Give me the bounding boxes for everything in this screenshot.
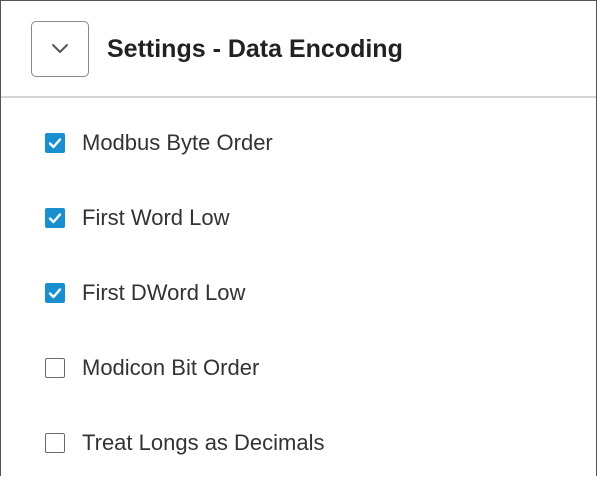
option-label: Modbus Byte Order [82,130,273,155]
checkbox-modbus-byte-order[interactable] [45,133,65,153]
option-modbus-byte-order[interactable]: Modbus Byte Order [45,127,585,202]
checkbox-modicon-bit-order[interactable] [45,358,65,378]
checkbox-first-dword-low[interactable] [45,283,65,303]
settings-panel: Settings - Data Encoding Modbus Byte Ord… [0,0,597,476]
option-first-word-low[interactable]: First Word Low [45,202,585,277]
option-first-dword-low[interactable]: First DWord Low [45,277,585,352]
option-label: Modicon Bit Order [82,355,260,380]
panel-header: Settings - Data Encoding [1,1,596,98]
option-label: Treat Longs as Decimals [82,430,325,455]
option-label: First Word Low [82,205,230,230]
option-label: First DWord Low [82,280,246,305]
option-treat-longs-as-decimals[interactable]: Treat Longs as Decimals [45,427,585,502]
options-list: Modbus Byte Order First Word Low First D… [45,127,585,502]
option-modicon-bit-order[interactable]: Modicon Bit Order [45,352,585,427]
collapse-toggle-button[interactable] [31,21,89,77]
checkbox-treat-longs-as-decimals[interactable] [45,433,65,453]
chevron-down-icon [50,43,70,55]
checkbox-first-word-low[interactable] [45,208,65,228]
panel-title: Settings - Data Encoding [107,35,403,63]
